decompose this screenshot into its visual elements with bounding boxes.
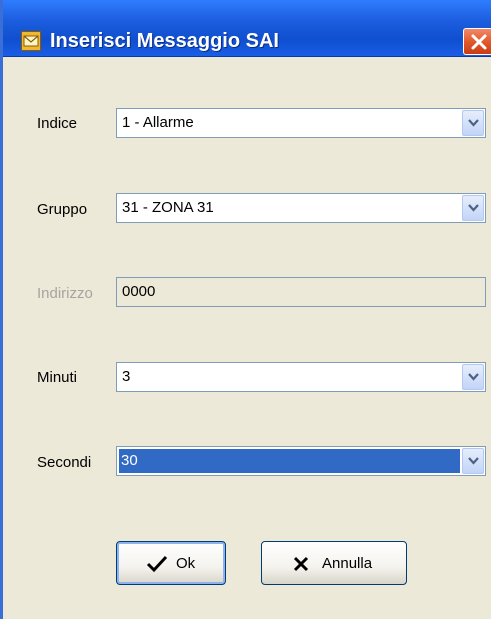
secondi-select[interactable]: 30 bbox=[116, 446, 486, 476]
annulla-button-label: Annulla bbox=[322, 555, 373, 572]
checkmark-icon bbox=[146, 555, 168, 573]
chevron-down-icon[interactable] bbox=[462, 448, 484, 474]
secondi-value: 30 bbox=[121, 452, 138, 469]
chevron-down-icon[interactable] bbox=[462, 364, 484, 390]
annulla-button[interactable]: Annulla bbox=[261, 541, 407, 585]
window-title: Inserisci Messaggio SAI bbox=[50, 30, 279, 52]
minuti-label: Minuti bbox=[37, 369, 78, 386]
close-icon bbox=[471, 34, 487, 50]
secondi-label: Secondi bbox=[37, 454, 92, 471]
close-button[interactable] bbox=[463, 28, 491, 55]
message-envelope-icon bbox=[21, 31, 41, 51]
indirizzo-field: 0000 bbox=[116, 277, 486, 307]
chevron-down-icon[interactable] bbox=[462, 195, 484, 221]
x-icon bbox=[293, 556, 309, 572]
dialog-window: Inserisci Messaggio SAI Indice 1 - Allar… bbox=[0, 0, 491, 619]
indirizzo-value: 0000 bbox=[122, 283, 156, 300]
gruppo-value: 31 - ZONA 31 bbox=[122, 199, 214, 216]
indirizzo-label: Indirizzo bbox=[37, 285, 93, 302]
gruppo-label: Gruppo bbox=[37, 201, 88, 218]
indice-select[interactable]: 1 - Allarme bbox=[116, 108, 486, 138]
selection-highlight bbox=[119, 449, 460, 473]
ok-button[interactable]: Ok bbox=[116, 541, 226, 585]
indice-value: 1 - Allarme bbox=[122, 114, 194, 131]
minuti-value: 3 bbox=[122, 368, 131, 385]
ok-button-label: Ok bbox=[176, 555, 196, 572]
chevron-down-icon[interactable] bbox=[462, 110, 484, 136]
minuti-select[interactable]: 3 bbox=[116, 362, 486, 392]
gruppo-select[interactable]: 31 - ZONA 31 bbox=[116, 193, 486, 223]
indice-label: Indice bbox=[37, 115, 78, 132]
title-bar[interactable]: Inserisci Messaggio SAI bbox=[3, 0, 491, 57]
